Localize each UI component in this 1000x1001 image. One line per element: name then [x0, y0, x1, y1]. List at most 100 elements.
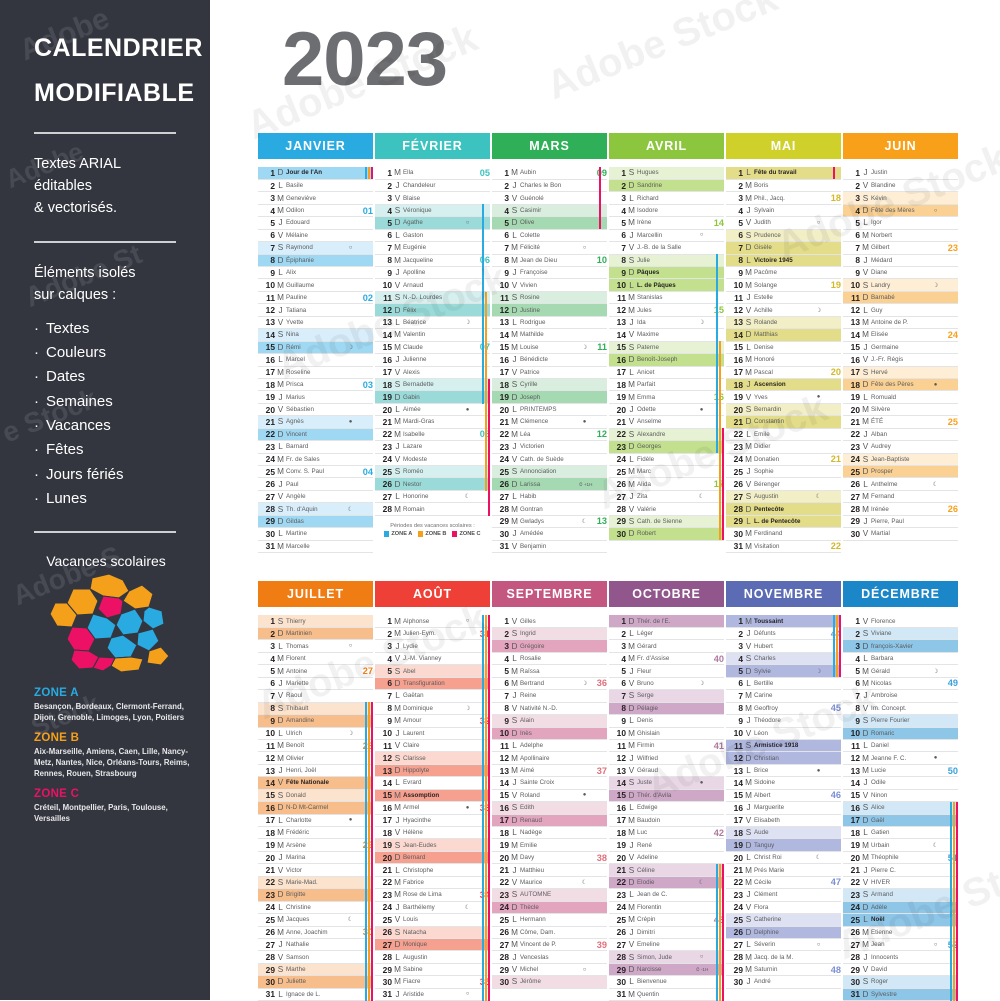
day-row[interactable]: 20 M Théophile 51 [843, 851, 958, 865]
month-column-mars[interactable]: MARS 1 M Aubin 09 2 J Charles le Bon 3 V Guénolé 4 S… [492, 133, 607, 554]
day-row[interactable]: 12 M Olivier [258, 751, 373, 765]
day-row[interactable]: 19 M Emma 16 [609, 390, 724, 404]
day-row[interactable]: 15 V Roland ● [492, 789, 607, 803]
day-row[interactable]: 22 D Elodie ☾ [609, 876, 724, 890]
day-row[interactable]: 30 S Jérôme [492, 975, 607, 989]
day-row[interactable]: 9 D Amandine [258, 714, 373, 728]
day-row[interactable]: 28 S Simon, Jude ○ [609, 950, 724, 964]
day-row[interactable]: 1 D Jour de l'An [258, 167, 373, 180]
day-row[interactable]: 5 L Igor [843, 216, 958, 230]
day-row[interactable]: 10 S Landry ☽ [843, 278, 958, 292]
day-row[interactable]: 23 L Jean de C. [609, 888, 724, 902]
day-row[interactable]: 23 L Barnard [258, 440, 373, 454]
day-row[interactable]: 25 D Prosper [843, 465, 958, 479]
day-row[interactable]: 27 J Zita ☾ [609, 490, 724, 504]
day-row[interactable]: 25 S Catherine [726, 913, 841, 927]
day-row[interactable]: 6 S Prudence [726, 229, 841, 243]
day-row[interactable]: 6 J Marcellin ○ [609, 229, 724, 243]
day-row[interactable]: 29 V Michel ○ [492, 963, 607, 977]
day-row[interactable]: 12 D Christian [726, 751, 841, 765]
day-row[interactable]: 20 M Silvère [843, 403, 958, 417]
day-row[interactable]: 14 V Maxime [609, 328, 724, 342]
day-row[interactable]: 16 M Honoré [726, 353, 841, 367]
day-row[interactable]: 16 J Bénédicte [492, 353, 607, 367]
day-row[interactable]: 25 S Annonciation [492, 465, 607, 479]
day-row[interactable]: 22 M Fabrice [375, 876, 490, 890]
month-column-septembre[interactable]: SEPTEMBRE 1 V Gilles 2 S Ingrid 3 D Grégoire 4 L Ros… [492, 581, 607, 1001]
day-row[interactable]: 18 S Aude [726, 826, 841, 840]
day-row[interactable]: 26 J Paul [258, 477, 373, 491]
day-row[interactable]: 9 M Pacôme [726, 266, 841, 280]
day-row[interactable]: 9 J Théodore [726, 714, 841, 728]
day-row[interactable]: 11 J Estelle [726, 291, 841, 305]
day-row[interactable]: 16 S Alice [843, 801, 958, 815]
day-row[interactable]: 10 M Ghislain [609, 727, 724, 740]
day-row[interactable]: 2 D Martinien [258, 627, 373, 641]
day-row[interactable]: 24 V Cath. de Suède [492, 453, 607, 467]
day-row[interactable]: 18 V Hélène [375, 826, 490, 840]
day-row[interactable]: 16 D N-D Mt-Carmel [258, 801, 373, 815]
month-column-avril[interactable]: AVRIL 1 S Hugues 2 D Sandrine 3 L Richard 4 M Isodor… [609, 133, 724, 553]
day-row[interactable]: 24 L Christine [258, 901, 373, 915]
day-row[interactable]: 13 D Hippolyte [375, 764, 490, 778]
day-row[interactable]: 28 V Valérie [609, 502, 724, 516]
day-row[interactable]: 5 D Sylvie ☽ [726, 664, 841, 678]
day-row[interactable]: 25 L Noël [843, 913, 958, 927]
day-row[interactable]: 4 S Véronique [375, 204, 490, 218]
day-row[interactable]: 30 V Martial [843, 527, 958, 541]
day-row[interactable]: 29 J Pierre, Paul [843, 515, 958, 529]
month-column-mai[interactable]: MAI 1 L Fête du travail 2 M Boris 3 M Phil., Jacq… [726, 133, 841, 554]
day-row[interactable]: 4 M Florent [258, 652, 373, 666]
day-row[interactable]: 1 L Fête du travail [726, 167, 841, 180]
day-row[interactable]: 18 S Bernadette [375, 378, 490, 392]
day-row[interactable]: 25 J Sophie [726, 465, 841, 479]
day-row[interactable]: 6 M Nicolas 49 [843, 677, 958, 691]
day-row[interactable]: 4 M Fr. d'Assise 40 [609, 652, 724, 666]
day-row[interactable]: 12 L Guy [843, 303, 958, 317]
day-row[interactable]: 6 L Bertille [726, 677, 841, 691]
day-row[interactable]: 12 V Achille ☽ [726, 303, 841, 317]
day-row[interactable]: 21 M Mardi-Gras [375, 415, 490, 429]
day-row[interactable]: 14 M Sidoine [726, 776, 841, 790]
day-row[interactable]: 10 J Laurent [375, 727, 490, 740]
day-row[interactable]: 24 M Florentin [609, 901, 724, 915]
day-row[interactable]: 27 M Fernand [843, 490, 958, 504]
day-row[interactable]: 10 L Ulrich ☽ [258, 727, 373, 740]
day-row[interactable]: 7 V J.-B. de la Salle [609, 241, 724, 255]
day-row[interactable]: 14 S Nina [258, 328, 373, 342]
day-row[interactable]: 12 D Justine [492, 303, 607, 317]
day-row[interactable]: 15 M Assomption [375, 789, 490, 803]
day-row[interactable]: 7 M Gilbert 23 [843, 241, 958, 255]
day-row[interactable]: 18 S Cyrille [492, 378, 607, 392]
day-row[interactable]: 31 M Marcelle [258, 540, 373, 554]
day-row[interactable]: 26 M Alida 17 [609, 477, 724, 491]
day-row[interactable]: 11 S N.-D. Lourdes [375, 291, 490, 305]
day-row[interactable]: 17 M Pascal 20 [726, 366, 841, 379]
day-row[interactable]: 7 M Félicité ○ [492, 241, 607, 255]
day-row[interactable]: 16 L Marcel [258, 353, 373, 367]
day-row[interactable]: 22 V HIVER [843, 876, 958, 890]
month-column-août[interactable]: AOÛT 1 M Alphonse ○ 2 M Julien-Eym. 31 3 J Lydie 4 V J… [375, 581, 490, 1001]
day-row[interactable]: 1 M Alphonse ○ [375, 615, 490, 629]
day-row[interactable]: 29 M Saturnin 48 [726, 963, 841, 977]
day-row[interactable]: 22 L Emile [726, 428, 841, 442]
day-row[interactable]: 28 V Samson [258, 950, 373, 964]
day-row[interactable]: 23 S Armand [843, 888, 958, 902]
day-row[interactable]: 30 D Juliette [258, 975, 373, 989]
day-row[interactable]: 12 S Clarisse [375, 751, 490, 765]
day-row[interactable]: 26 M Anne, Joachim 30 [258, 926, 373, 939]
day-row[interactable]: 10 D Romaric [843, 727, 958, 740]
day-row[interactable]: 26 D Delphine [726, 926, 841, 939]
day-row[interactable]: 27 L Habib [492, 490, 607, 504]
day-row[interactable]: 18 M Prisca 03 [258, 378, 373, 392]
day-row[interactable]: 12 M Jeanne F. C. ● [843, 751, 958, 765]
day-row[interactable]: 17 J Hyacinthe [375, 814, 490, 828]
day-row[interactable]: 31 L Ignace de L. [258, 988, 373, 1001]
day-row[interactable]: 25 M Crépin 43 [609, 913, 724, 927]
day-row[interactable]: 28 J Innocents [843, 950, 958, 964]
day-row[interactable]: 12 M Apollinaire [492, 751, 607, 765]
day-row[interactable]: 29 M Sabine [375, 963, 490, 977]
day-row[interactable]: 21 S Céline [609, 863, 724, 877]
day-row[interactable]: 29 M Gwladys ☾ 13 [492, 515, 607, 529]
day-row[interactable]: 30 S Roger [843, 975, 958, 989]
